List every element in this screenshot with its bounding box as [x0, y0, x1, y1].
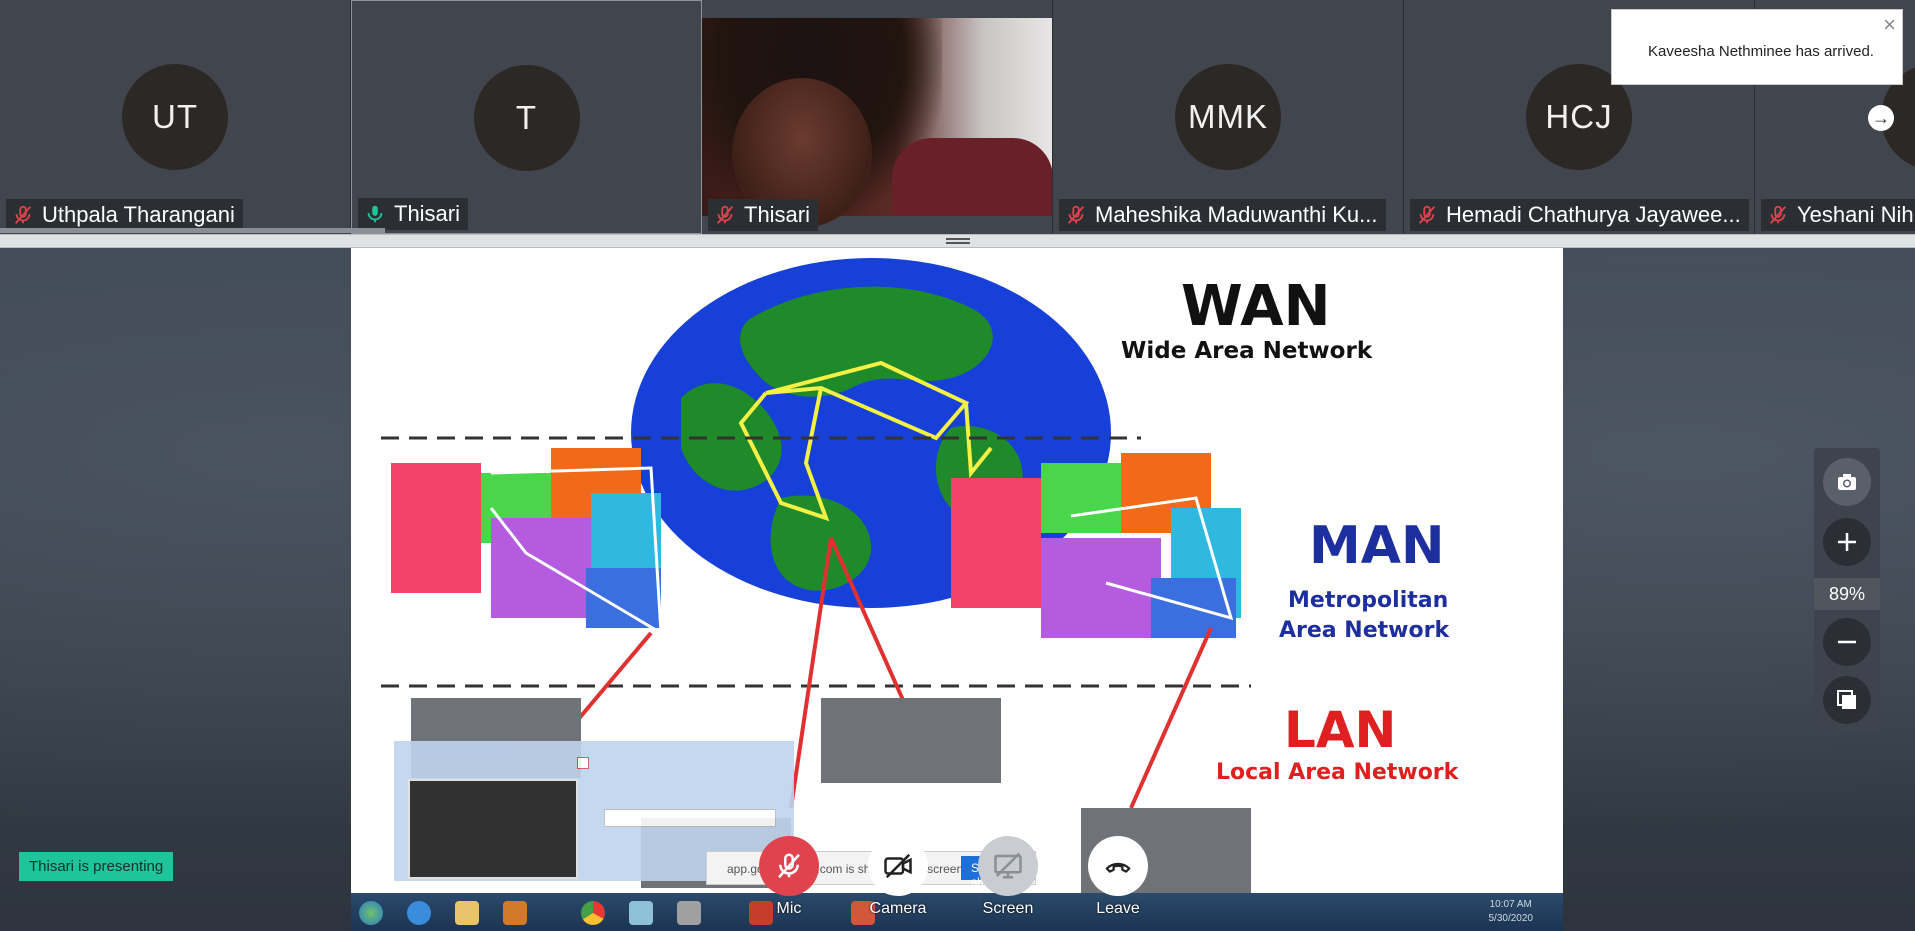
calendar-icon [677, 901, 701, 925]
mic-button[interactable]: Mic [754, 836, 824, 918]
participant-nameplate: Uthpala Tharangani [6, 199, 243, 231]
mic-muted-icon [716, 205, 734, 224]
lan-subtitle: Local Area Network [1216, 760, 1459, 785]
participant-tile-active-speaker[interactable]: T Thisari [351, 0, 702, 234]
screen-share-off-icon [994, 852, 1022, 879]
close-icon [577, 757, 589, 769]
media-icon [503, 901, 527, 925]
camera-off-icon [884, 853, 912, 879]
screen-button-circle[interactable] [978, 836, 1038, 896]
zoom-controls-panel: 89% [1814, 448, 1880, 734]
screen-button[interactable]: Screen [973, 836, 1043, 918]
grip-icon [946, 238, 970, 244]
participant-nameplate: Maheshika Maduwanthi Ku... [1059, 199, 1386, 231]
man-title: MAN [1309, 516, 1445, 576]
avatar: MMK [1175, 64, 1281, 170]
participant-nameplate: Hemadi Chathurya Jayawee... [1410, 199, 1749, 231]
strip-resize-handle[interactable] [0, 234, 1915, 248]
mic-muted-icon [1418, 205, 1436, 224]
presenter-badge: Thisari is presenting [19, 852, 174, 881]
man-subtitle-line-2: Area Network [1279, 618, 1450, 643]
windows-start-icon [359, 901, 383, 925]
strip-scroll-indicator [0, 228, 385, 233]
participant-tile[interactable]: UT Uthpala Tharangani [0, 0, 351, 234]
close-icon[interactable]: × [1883, 12, 1896, 38]
shared-screen-stage: WAN Wide Area Network MAN Metropolitan A… [0, 248, 1915, 931]
taskbar-date: 5/30/2020 [1488, 913, 1534, 924]
zoom-level: 89% [1814, 578, 1880, 610]
mini-window-content [408, 779, 578, 879]
avatar: T [473, 65, 580, 171]
mic-muted-icon [778, 853, 800, 879]
participant-tile-video[interactable]: Thisari [702, 0, 1053, 234]
lan-title: LAN [1284, 701, 1397, 759]
folder-icon [455, 901, 479, 925]
next-participants-arrow-icon[interactable]: → [1868, 105, 1894, 131]
leave-button-circle[interactable] [1088, 836, 1148, 896]
camera-label: Camera [869, 900, 927, 917]
wan-title: WAN [1181, 274, 1331, 339]
app-icon [629, 901, 653, 925]
man-subtitle-line-1: Metropolitan [1288, 588, 1449, 613]
participant-tile[interactable]: MMK Maheshika Maduwanthi Ku... [1053, 0, 1404, 234]
camera-button-circle[interactable] [868, 836, 928, 896]
participant-name: Yeshani Nih [1797, 202, 1914, 227]
notification-text: Kaveesha Nethminee has arrived. [1648, 43, 1874, 60]
participant-name: Hemadi Chathurya Jayawee... [1446, 202, 1741, 227]
participant-nameplate: Yeshani Nih [1761, 199, 1915, 231]
shared-taskbar: 10:07 AM 5/30/2020 [351, 893, 1563, 931]
participant-video [702, 18, 1052, 228]
chrome-icon [581, 901, 605, 925]
shared-slide: WAN Wide Area Network MAN Metropolitan A… [351, 248, 1563, 931]
participant-nameplate: Thisari [708, 199, 819, 231]
taskbar-time: 10:07 AM [1489, 899, 1532, 910]
arrival-notification: Kaveesha Nethminee has arrived. × [1611, 9, 1903, 85]
mic-muted-icon [14, 205, 32, 224]
snapshot-button[interactable] [1823, 458, 1871, 506]
popout-button[interactable] [1823, 676, 1871, 724]
mini-share-notice [604, 809, 776, 827]
browser-icon [407, 901, 431, 925]
minus-icon [1838, 640, 1856, 644]
participant-nameplate: Thisari [358, 198, 469, 230]
camera-button[interactable]: Camera [863, 836, 933, 918]
mic-muted-icon [1067, 205, 1085, 224]
leave-label: Leave [1096, 900, 1140, 917]
popout-icon [1837, 690, 1856, 709]
plus-icon [1838, 533, 1856, 551]
mic-muted-icon [1769, 205, 1787, 224]
screen-label: Screen [982, 900, 1034, 917]
participant-name: Thisari [394, 201, 461, 226]
leave-button[interactable]: Leave [1083, 836, 1153, 918]
mic-active-icon [367, 205, 383, 223]
participant-name: Maheshika Maduwanthi Ku... [1095, 202, 1378, 227]
camera-snapshot-icon [1838, 474, 1856, 490]
taskbar-clock: 10:07 AM 5/30/2020 [1489, 898, 1534, 926]
participant-name: Uthpala Tharangani [42, 202, 235, 227]
zoom-in-button[interactable] [1823, 518, 1871, 566]
avatar: UT [122, 64, 228, 170]
mic-button-circle[interactable] [759, 836, 819, 896]
mic-label: Mic [776, 900, 802, 917]
wan-subtitle: Wide Area Network [1121, 338, 1373, 364]
zoom-out-button[interactable] [1823, 618, 1871, 666]
hang-up-icon [1105, 862, 1131, 873]
participant-name: Thisari [744, 202, 811, 227]
